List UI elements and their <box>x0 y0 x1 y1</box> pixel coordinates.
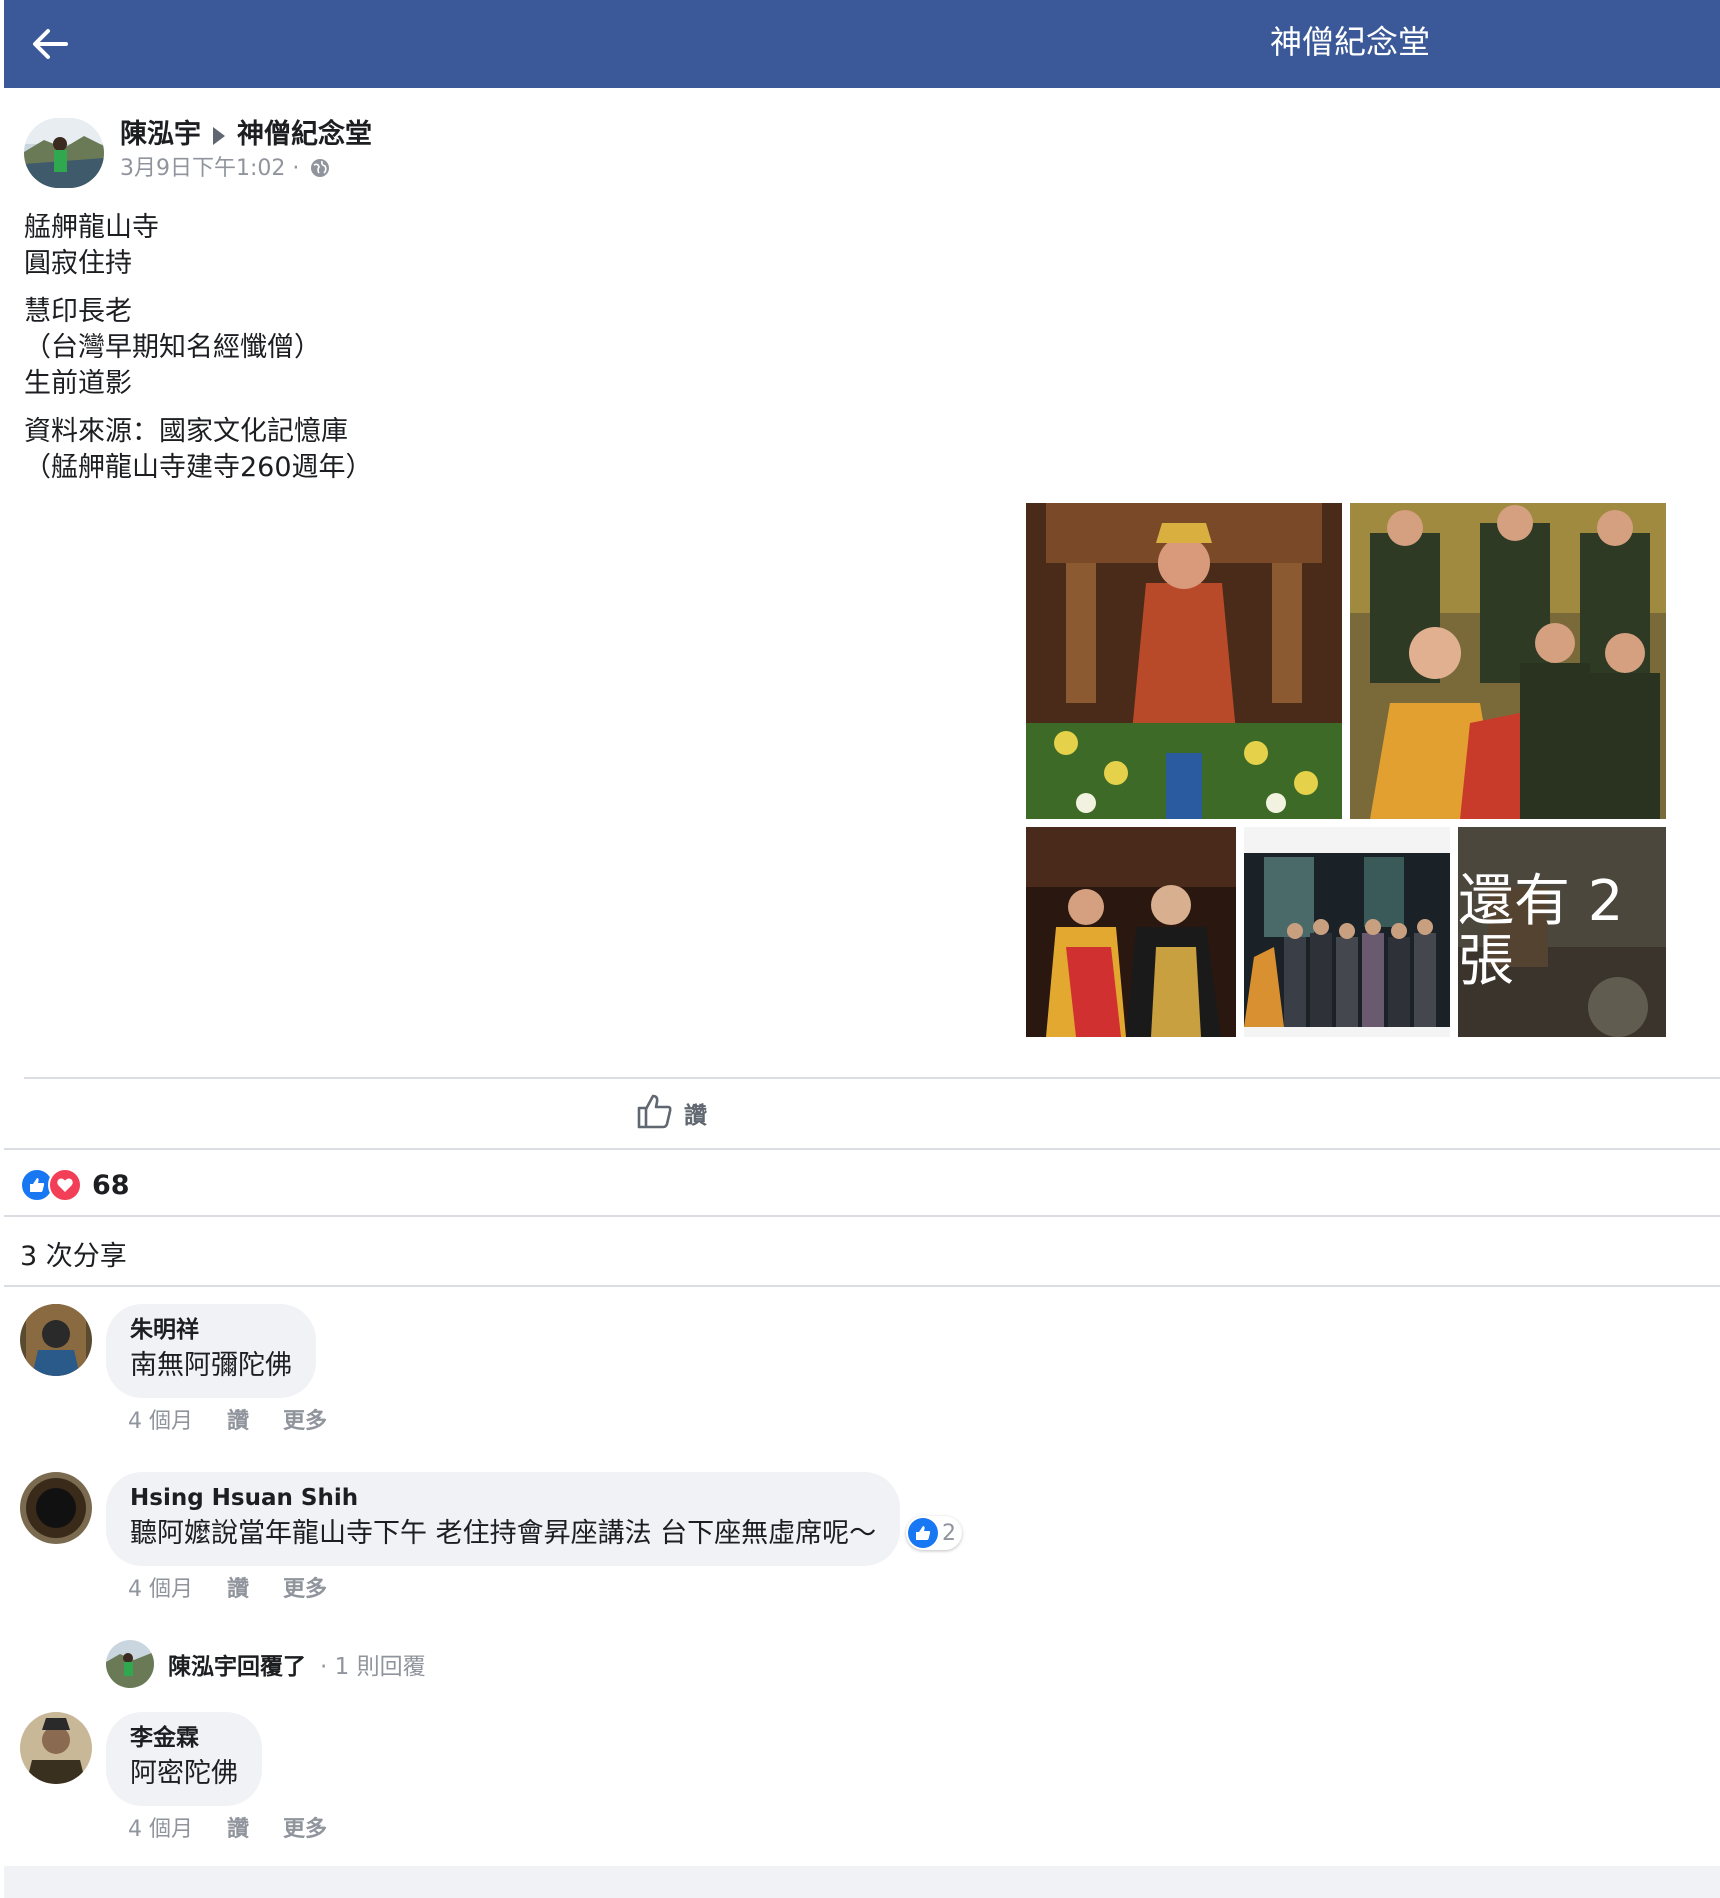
post-photo[interactable] <box>1244 827 1450 1037</box>
post-paragraph: 慧印長老 （台灣早期知名經懺僧） 生前道影 <box>24 296 321 399</box>
author-name[interactable]: 陳泓宇 <box>120 119 201 150</box>
like-button-label: 讚 <box>684 1103 707 1129</box>
post-photo[interactable] <box>1026 827 1236 1037</box>
comment-like-button[interactable]: 讚 <box>227 1409 249 1434</box>
author-avatar[interactable] <box>24 118 104 188</box>
post-meta: 3月9日下午1:02 · <box>120 154 330 184</box>
commenter-name[interactable]: 朱明祥 <box>130 1314 292 1346</box>
comment-bubble: Hsing Hsuan Shih 聽阿嬤說當年龍山寺下午 老住持會昇座講法 台下… <box>106 1472 901 1566</box>
arrow-left-icon[interactable] <box>30 26 70 62</box>
more-photos-label: 還有 2 張 <box>1458 827 1666 1037</box>
comment-time[interactable]: 4 個月 <box>128 1817 193 1842</box>
footer-area <box>4 1866 1720 1898</box>
comment-bubble: 朱明祥 南無阿彌陀佛 <box>106 1304 316 1398</box>
like-icon <box>908 1518 938 1548</box>
comment-bubble: 李金霖 阿密陀佛 <box>106 1712 262 1806</box>
post-photo[interactable] <box>1350 503 1666 819</box>
more-photos-tile[interactable]: 還有 2 張 <box>1458 827 1666 1037</box>
post-author-line: 陳泓宇 神僧紀念堂 <box>120 118 372 152</box>
commenter-avatar[interactable] <box>20 1712 92 1784</box>
post-photo[interactable] <box>1026 503 1342 819</box>
commenter-avatar[interactable] <box>20 1304 92 1376</box>
comment-actions: 4 個月 讚 更多 <box>128 1811 361 1843</box>
post-paragraph: 資料來源：國家文化記憶庫 （艋舺龍山寺建寺260週年） <box>24 416 373 483</box>
divider <box>24 1077 1720 1079</box>
commenter-avatar[interactable] <box>20 1472 92 1544</box>
comment-like-button[interactable]: 讚 <box>227 1817 249 1842</box>
comment-reaction-badge[interactable]: 2 <box>906 1516 962 1550</box>
divider <box>4 1285 1720 1287</box>
reply-summary[interactable]: 陳泓宇回覆了 · 1 則回覆 <box>106 1640 426 1688</box>
target-page-link[interactable]: 神僧紀念堂 <box>237 119 372 150</box>
replier-avatar <box>106 1640 154 1688</box>
post-body: 艋舺龍山寺 圓寂住持 慧印長老 （台灣早期知名經懺僧） 生前道影 資料來源：國家… <box>24 210 373 498</box>
comment-like-count: 2 <box>942 1520 956 1546</box>
reply-count: · 1 則回覆 <box>320 1654 426 1680</box>
comment-like-button[interactable]: 讚 <box>227 1577 249 1602</box>
comment-time[interactable]: 4 個月 <box>128 1577 193 1602</box>
reaction-count: 68 <box>92 1169 130 1201</box>
divider <box>4 1148 1720 1150</box>
comment-time[interactable]: 4 個月 <box>128 1409 193 1434</box>
thumbs-up-icon <box>636 1092 674 1134</box>
comment-more-button[interactable]: 更多 <box>283 1817 327 1842</box>
commenter-name[interactable]: 李金霖 <box>130 1722 238 1754</box>
commenter-name[interactable]: Hsing Hsuan Shih <box>130 1482 876 1514</box>
comment-text: 阿密陀佛 <box>130 1758 238 1789</box>
post-timestamp[interactable]: 3月9日下午1:02 · <box>120 156 299 181</box>
like-button[interactable]: 讚 <box>636 1092 707 1134</box>
replier-name: 陳泓宇回覆了 <box>168 1654 306 1680</box>
comment-more-button[interactable]: 更多 <box>283 1409 327 1434</box>
top-bar: 神僧紀念堂 <box>4 0 1720 88</box>
comment-more-button[interactable]: 更多 <box>283 1577 327 1602</box>
globe-icon <box>310 157 330 177</box>
love-icon <box>48 1168 82 1202</box>
comment-text: 聽阿嬤說當年龍山寺下午 老住持會昇座講法 台下座無虛席呢～ <box>130 1518 877 1549</box>
divider <box>4 1215 1720 1217</box>
share-count[interactable]: 3 次分享 <box>20 1234 127 1273</box>
comment-actions: 4 個月 讚 更多 <box>128 1571 361 1603</box>
page-title: 神僧紀念堂 <box>1270 23 1431 61</box>
triangle-right-icon <box>213 126 225 145</box>
reaction-summary[interactable]: 68 <box>20 1168 130 1202</box>
comment-actions: 4 個月 讚 更多 <box>128 1403 361 1435</box>
comment-text: 南無阿彌陀佛 <box>130 1350 292 1381</box>
post-paragraph: 艋舺龍山寺 圓寂住持 <box>24 212 159 279</box>
